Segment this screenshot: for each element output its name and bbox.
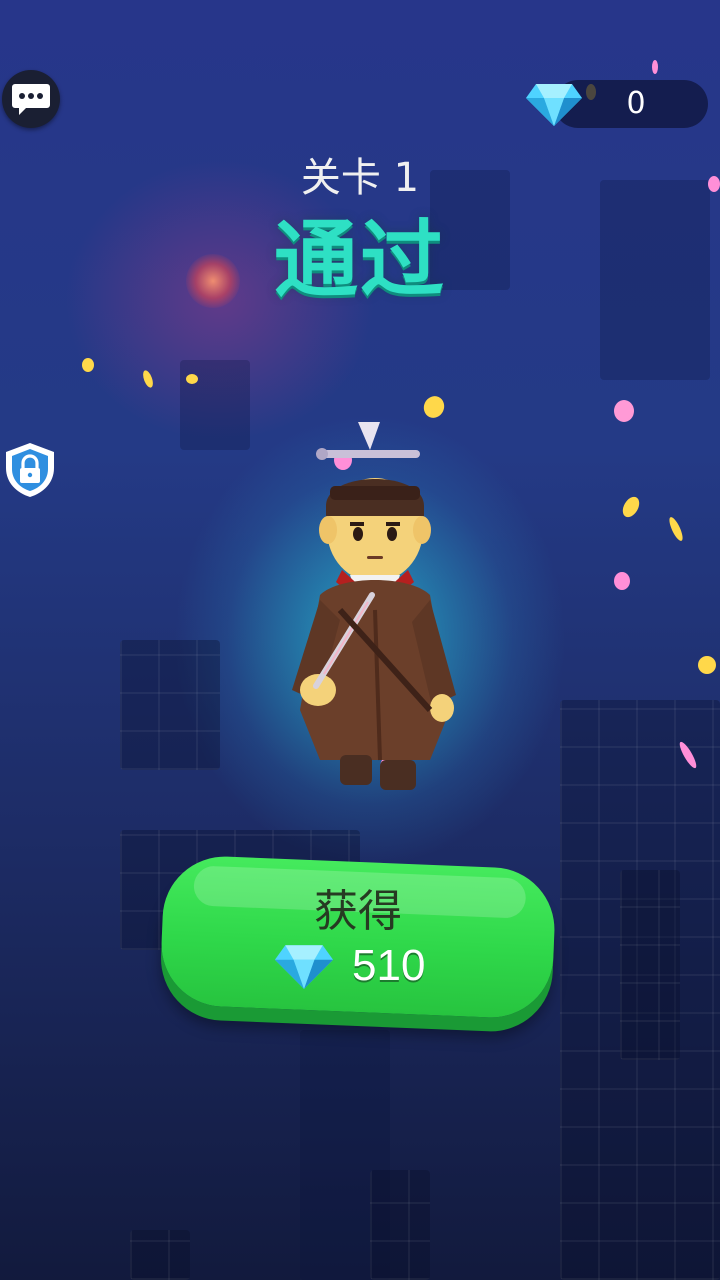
- background-block: [620, 870, 680, 1060]
- chat-button[interactable]: [2, 70, 60, 128]
- petal-decoration: [708, 176, 720, 192]
- privacy-lock-button[interactable]: [2, 440, 58, 500]
- reward-amount-row: 510: [272, 936, 472, 996]
- level-passed-title: 通过: [273, 211, 446, 309]
- level-label: 关卡 1: [300, 155, 420, 201]
- petal-decoration: [82, 358, 94, 372]
- shield-lock-icon: [6, 443, 54, 497]
- chat-bubble-icon: [12, 84, 50, 115]
- petal-decoration: [652, 60, 658, 74]
- gem-counter: 0: [524, 78, 708, 130]
- petal-decoration: [186, 374, 198, 384]
- claim-reward-button[interactable]: 获得 510: [159, 854, 557, 1028]
- background-block: [370, 1170, 430, 1280]
- background-block: [600, 180, 710, 380]
- gem-count: 0: [626, 86, 646, 121]
- claim-reward-label: 获得: [314, 887, 402, 936]
- reward-amount: 510: [352, 941, 426, 990]
- diamond-icon: [526, 84, 582, 126]
- player-character: [292, 422, 456, 790]
- petal-decoration: [698, 656, 716, 674]
- petal-decoration: [614, 572, 630, 590]
- diamond-icon: [274, 945, 334, 989]
- background-block: [120, 640, 220, 770]
- petal-decoration: [614, 400, 634, 422]
- background-block: [130, 1230, 190, 1280]
